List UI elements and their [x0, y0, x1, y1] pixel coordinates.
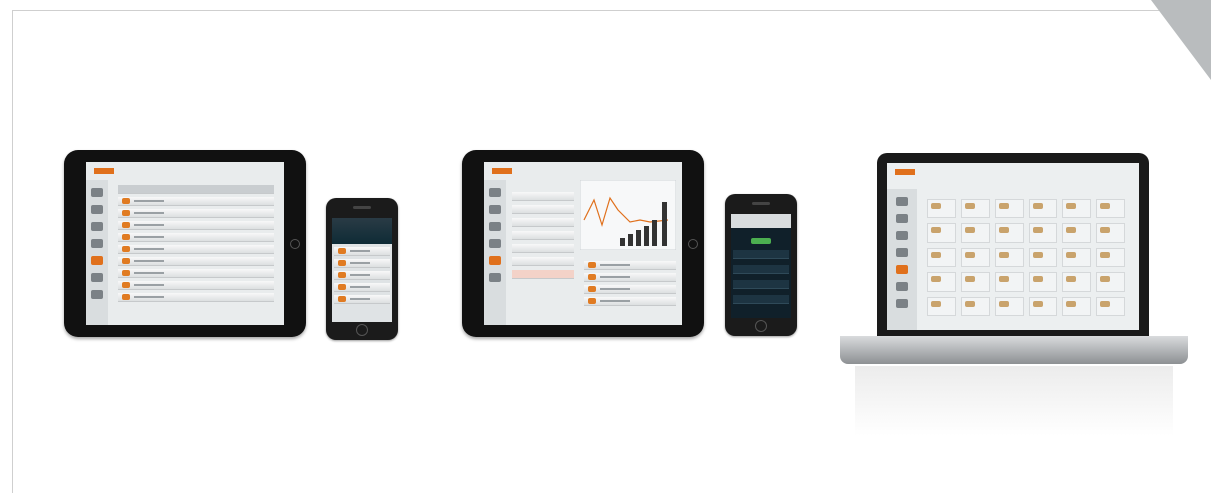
home-button: [688, 238, 698, 249]
sidebar: [86, 180, 108, 325]
laptop-reflection: [855, 366, 1173, 436]
sidebar: [484, 180, 506, 325]
logo: [492, 168, 512, 174]
sidebar: [887, 189, 917, 330]
phone-home-button: [356, 324, 368, 336]
smartphone-device-2: [725, 194, 797, 336]
chart-thumbnail: [580, 180, 676, 250]
phone-screen-dashboard: [731, 214, 791, 318]
tablet-screen-list: [86, 162, 284, 325]
laptop-base: [840, 336, 1188, 364]
laptop-screen-grid: [887, 163, 1139, 330]
phone-screen-list: [332, 218, 392, 322]
logo: [94, 168, 114, 174]
corner-decoration: [1151, 0, 1211, 80]
logo: [895, 169, 915, 175]
tablet-device-1: [64, 150, 306, 337]
tablet-screen-chart: [484, 162, 682, 325]
laptop-device: [877, 153, 1149, 336]
smartphone-device-1: [326, 198, 398, 340]
home-button: [290, 238, 300, 249]
tablet-device-2: [462, 150, 704, 337]
equipment-grid: [927, 199, 1125, 316]
phone-home-button: [755, 320, 767, 332]
